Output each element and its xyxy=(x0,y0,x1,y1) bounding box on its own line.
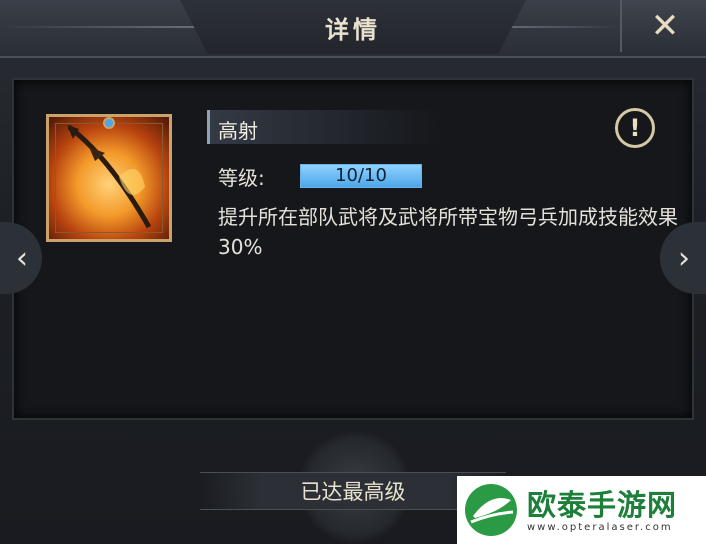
watermark-title: 欧泰手游网 xyxy=(527,487,678,522)
level-value: 10/10 xyxy=(335,165,387,186)
skill-description: 提升所在部队武将及武将所带宝物弓兵加成技能效果30% xyxy=(218,205,678,259)
dialog-title: 详情 xyxy=(325,16,381,44)
leaf-logo-icon xyxy=(465,484,517,536)
info-button[interactable]: ! xyxy=(615,108,655,148)
chevron-right-icon: › xyxy=(678,240,690,276)
level-label: 等级: xyxy=(218,166,265,190)
level-progress-bar: 10/10 xyxy=(300,164,422,188)
chevron-left-icon: ‹ xyxy=(16,240,28,276)
skill-name: 高射 xyxy=(218,119,258,143)
flaming-spear-icon xyxy=(67,117,152,229)
watermark-url: www.opteralaser.com xyxy=(527,521,673,533)
close-button[interactable]: ✕ xyxy=(620,0,706,52)
exclamation-icon: ! xyxy=(629,114,641,142)
skill-icon-frame xyxy=(46,114,172,242)
close-x-icon: ✕ xyxy=(650,6,680,46)
site-watermark: 欧泰手游网 www.opteralaser.com xyxy=(457,476,706,544)
title-bar: 详情 ✕ xyxy=(0,0,706,58)
